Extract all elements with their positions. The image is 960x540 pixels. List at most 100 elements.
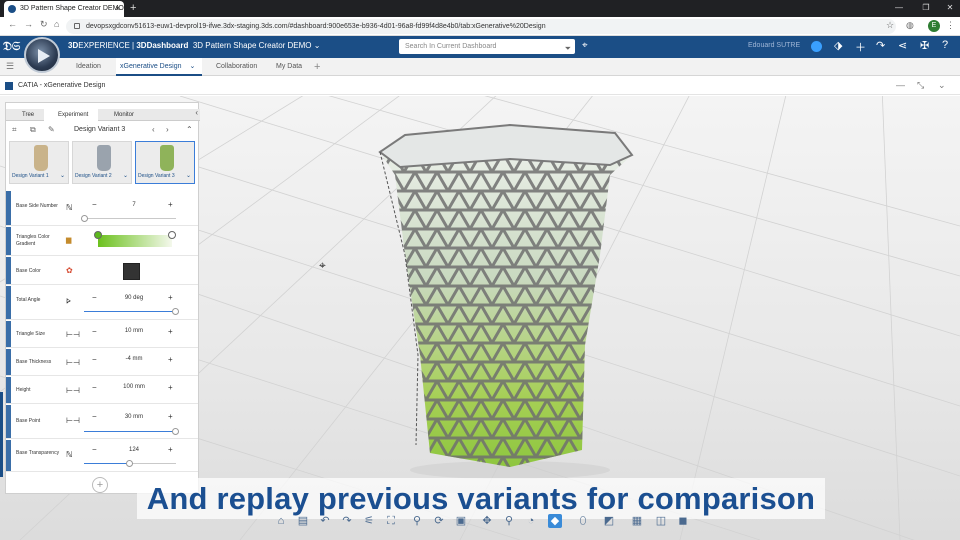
add-parameter-button[interactable]: + (92, 477, 108, 493)
compass-icon[interactable] (24, 37, 60, 73)
edit-icon[interactable]: ✎ (48, 125, 55, 134)
param-value[interactable]: 10 mm (106, 328, 162, 334)
camera-icon[interactable]: ⌗ (12, 125, 17, 135)
render-mode-icon[interactable]: ◩ (602, 514, 616, 528)
next-variant-icon[interactable]: › (166, 125, 169, 134)
tag-icon[interactable]: ⌖ (582, 40, 588, 51)
widget-menu-icon[interactable]: ⌄ (938, 80, 946, 91)
profile-avatar[interactable]: E (928, 20, 940, 32)
param-slider[interactable] (84, 428, 179, 435)
chevron-down-icon[interactable]: ⌄ (60, 172, 65, 179)
forward-icon[interactable]: → (24, 19, 33, 29)
close-tab-icon[interactable]: × (115, 1, 120, 17)
dashboard-title[interactable]: 3D Pattern Shape Creator DEMO (193, 41, 312, 50)
orbit-icon[interactable]: ◔ (524, 514, 538, 528)
shaded-view-icon[interactable]: ◆ (548, 514, 562, 528)
search-input[interactable]: Search In Current Dashboard ⏷ (399, 39, 575, 54)
chevron-down-icon[interactable]: ⌄ (189, 63, 195, 70)
tab-collaboration[interactable]: Collaboration (212, 58, 261, 76)
home-view-icon[interactable]: ⌂ (274, 514, 288, 528)
minimize-widget-icon[interactable]: — (896, 80, 905, 90)
camera-views-icon[interactable]: ◫ (654, 514, 668, 528)
param-slider[interactable] (81, 215, 176, 222)
chevron-down-icon[interactable]: ⌄ (314, 41, 321, 50)
param-value[interactable]: 124 (106, 447, 162, 453)
generated-vase[interactable] (360, 115, 650, 485)
tab-my-data[interactable]: My Data (272, 58, 306, 76)
param-value[interactable]: -4 mm (106, 356, 162, 362)
minimize-window-button[interactable]: — (884, 0, 914, 16)
slider-knob[interactable] (81, 215, 88, 222)
box-icon[interactable]: ◼ (676, 514, 690, 528)
collapse-panel-icon[interactable]: ‹ (195, 108, 198, 117)
add-icon[interactable]: ＋ (855, 39, 866, 55)
variant-thumbnail-1[interactable]: Design Variant 1 ⌄ (9, 141, 69, 184)
variant-thumbnail-3[interactable]: Design Variant 3 ⌄ (135, 141, 195, 184)
increment-button[interactable]: + (168, 327, 173, 336)
back-icon[interactable]: ← (8, 19, 17, 29)
param-slider[interactable] (84, 308, 179, 315)
bookmark-star-icon[interactable]: ☆ (886, 20, 894, 31)
gradient-end-knob[interactable] (168, 231, 176, 239)
decrement-button[interactable]: − (92, 412, 97, 421)
increment-button[interactable]: + (168, 412, 173, 421)
previous-variant-icon[interactable]: ‹ (152, 125, 155, 134)
gradient-start-knob[interactable] (94, 231, 102, 239)
user-name[interactable]: Edouard SUTRE (748, 42, 800, 49)
new-tab-button[interactable]: + (130, 0, 136, 16)
tab-tree[interactable]: Tree (8, 109, 42, 121)
browser-menu-icon[interactable]: ⋮ (946, 20, 955, 31)
param-slider[interactable] (84, 460, 176, 467)
collapse-up-icon[interactable]: ⌃ (186, 125, 193, 134)
filter-icon[interactable]: ⏷ (565, 41, 571, 56)
color-gradient-bar[interactable] (94, 231, 176, 247)
increment-button[interactable]: + (168, 200, 173, 209)
tab-experiment[interactable]: Experiment (44, 109, 98, 121)
wifi-icon[interactable]: ⚟ (362, 514, 376, 528)
slider-knob[interactable] (172, 308, 179, 315)
slider-knob[interactable] (126, 460, 133, 467)
view-cube-icon[interactable]: ▣ (454, 514, 468, 528)
add-tab-button[interactable]: + (310, 58, 324, 76)
decrement-button[interactable]: − (92, 327, 97, 336)
param-value[interactable]: 30 mm (106, 414, 162, 420)
increment-button[interactable]: + (168, 293, 173, 302)
pan-icon[interactable]: ✥ (480, 514, 494, 528)
decrement-button[interactable]: − (92, 445, 97, 454)
increment-button[interactable]: + (168, 383, 173, 392)
network-icon[interactable]: ⋖ (898, 39, 907, 52)
extensions-icon[interactable]: ◍ (906, 20, 914, 31)
menu-icon[interactable]: ☰ (6, 61, 14, 72)
chevron-down-icon[interactable]: ⌄ (123, 172, 128, 179)
slider-knob[interactable] (172, 428, 179, 435)
tools-icon[interactable]: ✠ (920, 39, 929, 52)
param-value[interactable]: 90 deg (106, 295, 162, 301)
url-field[interactable]: devopsxgdconv51613-euw1-devprol19-ifwe.3… (66, 19, 896, 34)
decrement-button[interactable]: − (92, 355, 97, 364)
help-icon[interactable]: ? (942, 39, 948, 51)
decrement-button[interactable]: − (92, 200, 97, 209)
undo-icon[interactable]: ↶ (318, 514, 332, 528)
zoom-area-icon[interactable]: ⚲ (502, 514, 516, 528)
close-window-button[interactable]: ✕ (935, 0, 960, 16)
tab-monitor[interactable]: Monitor (100, 109, 150, 121)
param-value[interactable]: 100 mm (106, 384, 162, 390)
reload-icon[interactable]: ↻ (40, 19, 48, 30)
home-icon[interactable]: ⌂ (54, 19, 59, 29)
base-color-swatch[interactable] (123, 263, 140, 280)
fit-all-icon[interactable]: ⛶ (384, 514, 398, 528)
zoom-icon[interactable]: ⚲ (410, 514, 424, 528)
share-icon[interactable]: ⬗ (834, 39, 842, 52)
duplicate-icon[interactable]: ⧉ (30, 125, 36, 135)
grid-icon[interactable]: ▦ (630, 514, 644, 528)
forward-share-icon[interactable]: ↷ (876, 39, 885, 52)
save-icon[interactable]: ▤ (296, 514, 310, 528)
decrement-button[interactable]: − (92, 293, 97, 302)
browser-tab[interactable]: 3D Pattern Shape Creator DEMO × (4, 1, 124, 17)
tab-xgenerative-design[interactable]: xGenerative Design ⌄ (116, 58, 202, 76)
tab-ideation[interactable]: Ideation (72, 58, 105, 76)
collapse-widget-icon[interactable]: ⤡ (917, 80, 924, 91)
increment-button[interactable]: + (168, 355, 173, 364)
variant-thumbnail-2[interactable]: Design Variant 2 ⌄ (72, 141, 132, 184)
decrement-button[interactable]: − (92, 383, 97, 392)
